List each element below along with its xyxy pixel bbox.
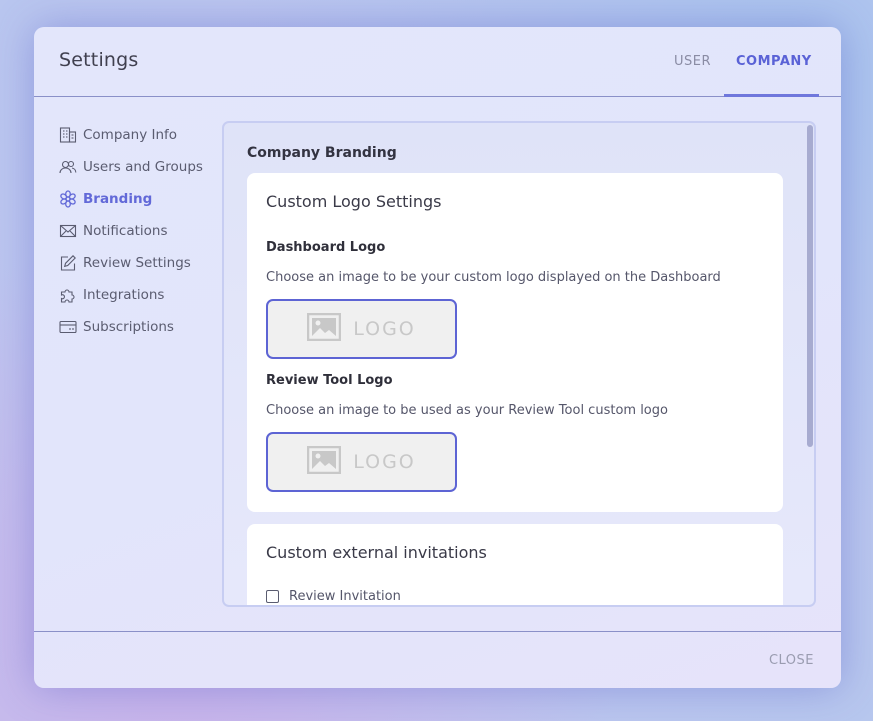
- sidebar-item-label: Company Info: [83, 127, 178, 143]
- sidebar-item-review-settings[interactable]: Review Settings: [59, 247, 219, 279]
- tab-company[interactable]: COMPANY: [736, 54, 812, 69]
- close-button[interactable]: CLOSE: [769, 653, 814, 668]
- logo-placeholder-text: LOGO: [353, 318, 416, 340]
- review-invitation-checkbox[interactable]: [266, 590, 279, 603]
- sidebar-item-label: Review Settings: [83, 255, 191, 271]
- review-invitation-option: Review Invitation: [266, 589, 401, 604]
- branding-panel: Company Branding Custom Logo Settings Da…: [222, 121, 816, 607]
- card-title: Custom external invitations: [266, 543, 487, 562]
- sidebar-item-label: Branding: [83, 191, 153, 207]
- dashboard-logo-description: Choose an image to be your custom logo d…: [266, 270, 721, 285]
- external-invitations-card: Custom external invitations Review Invit…: [247, 524, 783, 605]
- dashboard-logo-upload[interactable]: LOGO: [266, 299, 457, 359]
- puzzle-icon: [59, 286, 77, 304]
- sidebar-item-notifications[interactable]: Notifications: [59, 215, 219, 247]
- sidebar-item-label: Notifications: [83, 223, 168, 239]
- panel-scrollbar[interactable]: [807, 125, 813, 447]
- active-tab-indicator: [724, 94, 819, 97]
- sidebar-item-subscriptions[interactable]: Subscriptions: [59, 311, 219, 343]
- card-icon: [59, 318, 77, 336]
- sidebar-item-integrations[interactable]: Integrations: [59, 279, 219, 311]
- sidebar-item-branding[interactable]: Branding: [59, 183, 219, 215]
- section-title: Company Branding: [247, 145, 397, 161]
- dialog-header: Settings USER COMPANY: [34, 27, 841, 97]
- building-icon: [59, 126, 77, 144]
- dialog-title: Settings: [59, 49, 139, 71]
- users-icon: [59, 158, 77, 176]
- checkbox-label: Review Invitation: [289, 589, 401, 604]
- review-tool-logo-upload[interactable]: LOGO: [266, 432, 457, 492]
- sidebar-item-company-info[interactable]: Company Info: [59, 119, 219, 151]
- edit-icon: [59, 254, 77, 272]
- image-icon: [306, 445, 342, 478]
- sidebar-item-label: Users and Groups: [83, 159, 203, 175]
- dialog-footer: CLOSE: [34, 631, 841, 688]
- sidebar-item-label: Integrations: [83, 287, 165, 303]
- image-icon: [306, 312, 342, 345]
- envelope-icon: [59, 222, 77, 240]
- sidebar-item-label: Subscriptions: [83, 319, 174, 335]
- review-tool-logo-label: Review Tool Logo: [266, 373, 393, 388]
- settings-dialog: Settings USER COMPANY Company Info Users…: [34, 27, 841, 688]
- sidebar-item-users-and-groups[interactable]: Users and Groups: [59, 151, 219, 183]
- flower-icon: [59, 190, 77, 208]
- review-tool-logo-description: Choose an image to be used as your Revie…: [266, 403, 668, 418]
- logo-placeholder-text: LOGO: [353, 451, 416, 473]
- logo-settings-card: Custom Logo Settings Dashboard Logo Choo…: [247, 173, 783, 512]
- tab-user[interactable]: USER: [674, 54, 711, 69]
- settings-sidebar: Company Info Users and Groups Branding N…: [59, 119, 219, 343]
- dashboard-logo-label: Dashboard Logo: [266, 240, 386, 255]
- card-title: Custom Logo Settings: [266, 192, 442, 211]
